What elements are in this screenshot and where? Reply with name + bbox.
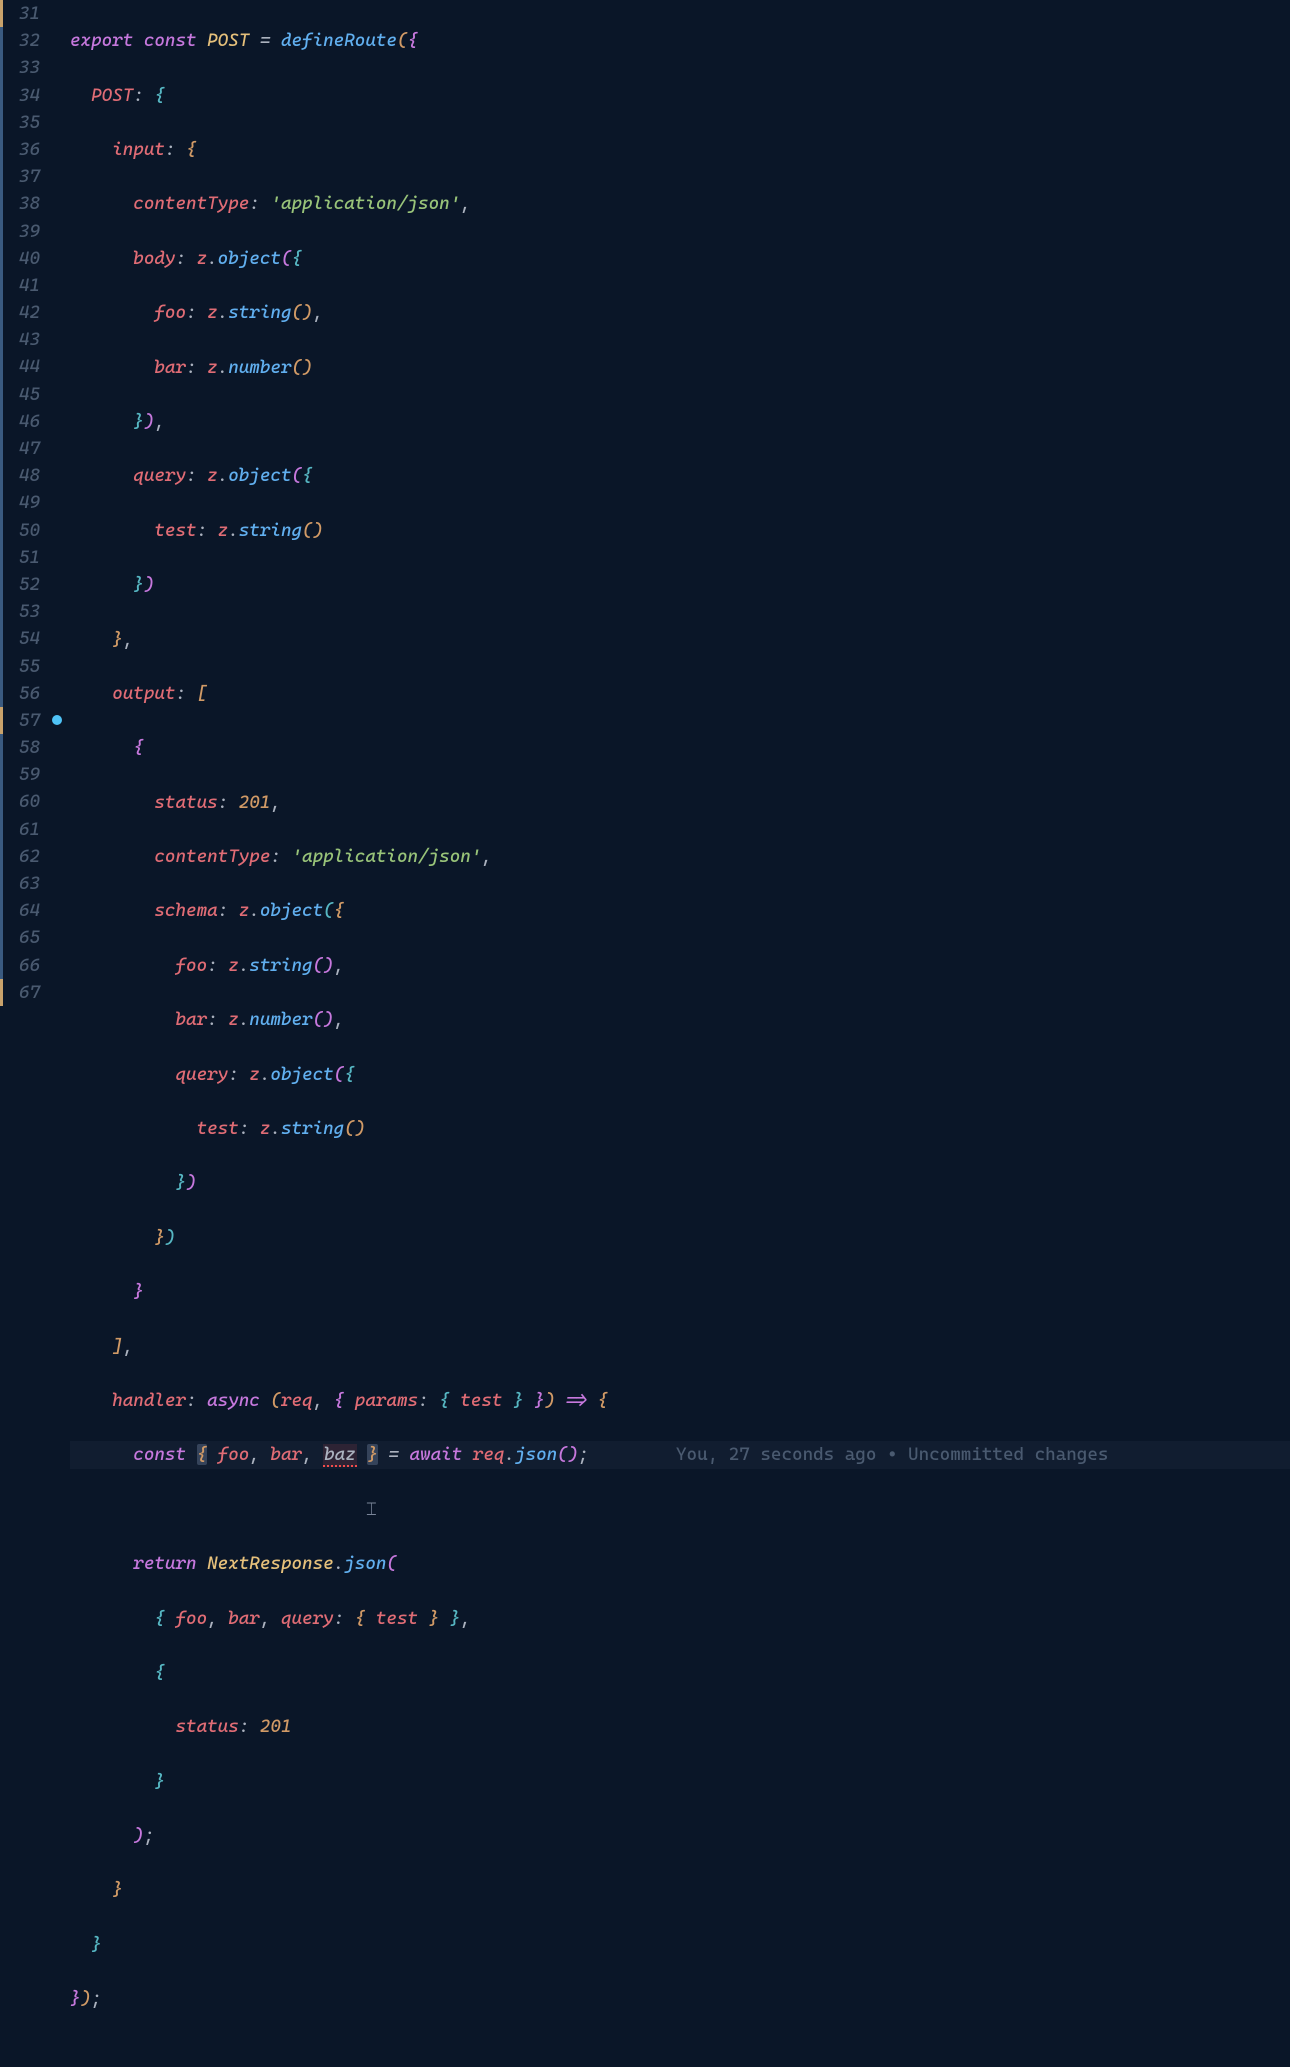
line-number: 48 (0, 462, 40, 489)
code-line[interactable]: }) (70, 1169, 1290, 1196)
line-number: 38 (0, 190, 40, 217)
line-number: 50 (0, 517, 40, 544)
code-line[interactable]: }), (70, 408, 1290, 435)
code-line[interactable]: schema: z.object({ (70, 897, 1290, 924)
code-line[interactable]: }) (70, 571, 1290, 598)
line-number: 53 (0, 598, 40, 625)
line-number: 45 (0, 381, 40, 408)
line-number: 66 (0, 952, 40, 979)
line-number: 65 (0, 924, 40, 951)
bracket-match-close: } (367, 1444, 378, 1465)
line-number: 62 (0, 843, 40, 870)
code-line[interactable]: { foo, bar, query: { test } }, (70, 1605, 1290, 1632)
line-number: 49 (0, 489, 40, 516)
line-number: 60 (0, 788, 40, 815)
line-number: 32 (0, 27, 40, 54)
gitlens-blame-annotation: You, 27 seconds ago • Uncommitted change… (676, 1441, 1108, 1468)
code-line[interactable]: ⌶ (70, 1496, 1290, 1523)
code-line[interactable]: { (70, 1659, 1290, 1686)
line-number: 54 (0, 625, 40, 652)
code-line[interactable]: ); (70, 1822, 1290, 1849)
breakpoint-hint-icon[interactable] (48, 707, 70, 734)
code-line[interactable]: bar: z.number() (70, 354, 1290, 381)
line-number: 55 (0, 653, 40, 680)
code-line[interactable]: }) (70, 1224, 1290, 1251)
code-line[interactable]: ], (70, 1333, 1290, 1360)
code-line[interactable]: input: { (70, 136, 1290, 163)
code-line[interactable]: }, (70, 626, 1290, 653)
line-number: 43 (0, 326, 40, 353)
line-number: 40 (0, 245, 40, 272)
line-number: 67 (0, 979, 40, 1006)
code-line[interactable]: } (70, 1768, 1290, 1795)
line-number: 47 (0, 435, 40, 462)
code-line[interactable]: status: 201, (70, 789, 1290, 816)
code-line[interactable]: POST: { (70, 82, 1290, 109)
code-line[interactable]: bar: z.number(), (70, 1006, 1290, 1033)
code-line[interactable]: handler: async (req, { params: { test } … (70, 1387, 1290, 1414)
code-line[interactable]: } (70, 1278, 1290, 1305)
line-number: 39 (0, 218, 40, 245)
code-line[interactable]: output: [ (70, 680, 1290, 707)
line-number: 56 (0, 680, 40, 707)
code-line[interactable]: query: z.object({ (70, 462, 1290, 489)
line-number: 59 (0, 761, 40, 788)
code-line[interactable]: foo: z.string(), (70, 952, 1290, 979)
code-editor[interactable]: 31 32 33 34 35 36 37 38 39 40 41 42 43 4… (0, 0, 1290, 2067)
code-line[interactable]: return NextResponse.json( (70, 1550, 1290, 1577)
bracket-match-open: { (197, 1444, 208, 1465)
code-line-active[interactable]: const { foo, bar, baz } = await req.json… (70, 1441, 1290, 1468)
code-line[interactable]: export const POST = defineRoute({ (70, 27, 1290, 54)
line-number: 58 (0, 734, 40, 761)
code-line[interactable]: { (70, 734, 1290, 761)
line-number: 51 (0, 544, 40, 571)
code-line[interactable]: query: z.object({ (70, 1061, 1290, 1088)
error-token-baz[interactable]: baz (323, 1444, 357, 1467)
line-number: 63 (0, 870, 40, 897)
line-number-gutter: 31 32 33 34 35 36 37 38 39 40 41 42 43 4… (0, 0, 48, 2067)
line-number: 52 (0, 571, 40, 598)
line-number: 34 (0, 82, 40, 109)
line-number: 33 (0, 54, 40, 81)
code-line[interactable]: body: z.object({ (70, 245, 1290, 272)
line-number: 31 (0, 0, 40, 27)
glyph-margin (48, 0, 70, 2067)
code-line[interactable]: test: z.string() (70, 1115, 1290, 1142)
code-area[interactable]: export const POST = defineRoute({ POST: … (70, 0, 1290, 2067)
line-number: 61 (0, 816, 40, 843)
line-number: 57 (0, 707, 40, 734)
code-line[interactable]: } (70, 1876, 1290, 1903)
line-number: 37 (0, 163, 40, 190)
code-line[interactable]: } (70, 1931, 1290, 1958)
code-line[interactable]: test: z.string() (70, 517, 1290, 544)
text-cursor-icon: ⌶ (366, 1496, 377, 1523)
line-number: 41 (0, 272, 40, 299)
line-number: 36 (0, 136, 40, 163)
code-line[interactable]: }); (70, 1985, 1290, 2012)
code-line[interactable]: status: 201 (70, 1713, 1290, 1740)
line-number: 44 (0, 353, 40, 380)
code-line[interactable]: contentType: 'application/json', (70, 843, 1290, 870)
line-number: 64 (0, 897, 40, 924)
line-number: 46 (0, 408, 40, 435)
code-line[interactable]: foo: z.string(), (70, 299, 1290, 326)
line-number: 35 (0, 109, 40, 136)
line-number: 42 (0, 299, 40, 326)
code-line[interactable]: contentType: 'application/json', (70, 190, 1290, 217)
